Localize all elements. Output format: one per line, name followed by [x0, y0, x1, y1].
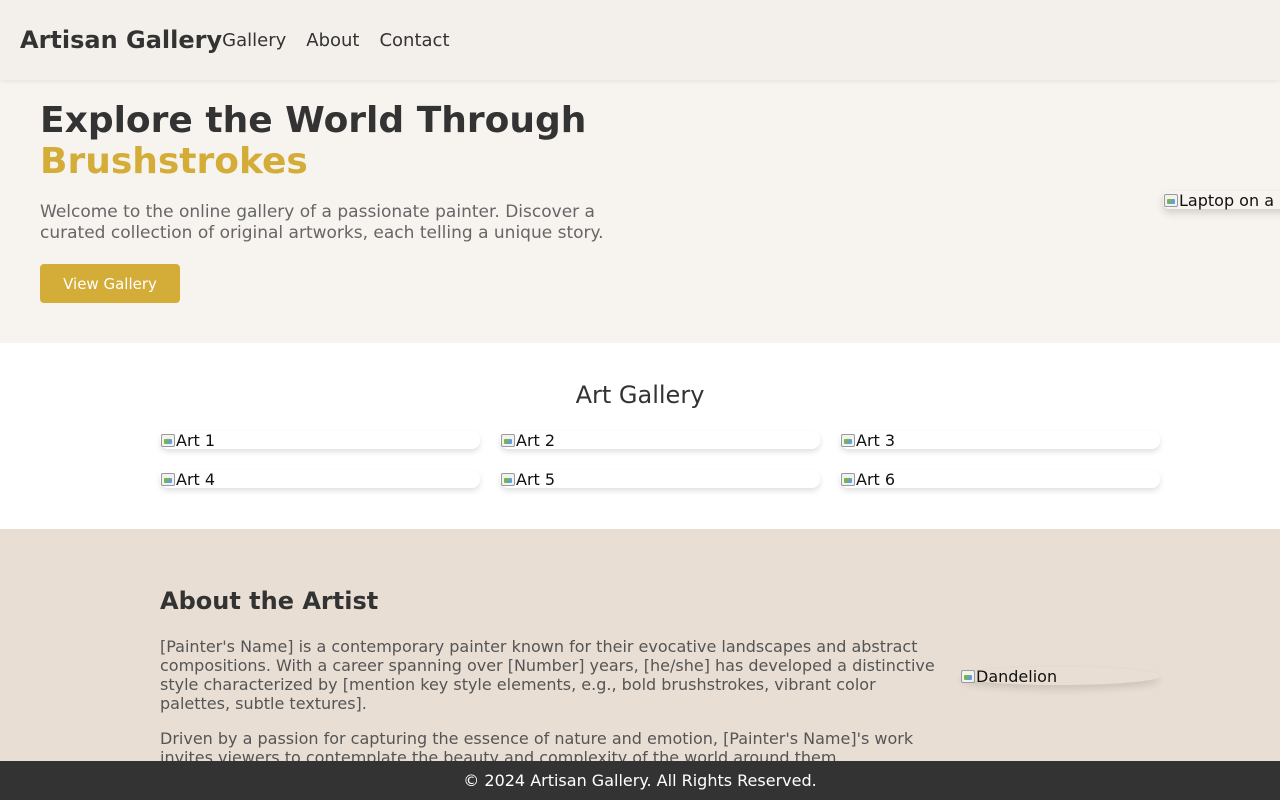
gallery-item[interactable]: Art 1 [160, 430, 480, 450]
broken-image-icon [840, 432, 856, 448]
gallery-item-alt: Art 2 [516, 430, 556, 450]
gallery-item[interactable]: Art 6 [840, 469, 1160, 489]
gallery-item[interactable]: Art 4 [160, 469, 480, 489]
hero-section: Explore the World Through Brushstrokes W… [0, 80, 1280, 343]
page: Artisan Gallery Gallery About Contact Ex… [0, 0, 1280, 800]
hero-title-accent: Brushstrokes [40, 141, 308, 182]
gallery-title: Art Gallery [575, 381, 705, 409]
broken-image-icon [960, 668, 976, 684]
site-footer: © 2024 Artisan Gallery. All Rights Reser… [0, 761, 1280, 800]
hero-description: Welcome to the online gallery of a passi… [40, 202, 604, 243]
gallery-item[interactable]: Art 3 [840, 430, 1160, 450]
gallery-section: Art Gallery Art 1 Art 2 Art 3 Art 4 Art … [0, 343, 1280, 529]
artist-image: Dandelion [960, 666, 1160, 686]
hero-image-alt: Laptop on a [1179, 190, 1274, 210]
gallery-item-alt: Art 3 [856, 430, 896, 450]
gallery-item[interactable]: Art 5 [500, 469, 820, 489]
site-logo[interactable]: Artisan Gallery [20, 26, 222, 54]
nav-link-contact[interactable]: Contact [379, 30, 449, 51]
about-paragraph-1: [Painter's Name] is a contemporary paint… [160, 637, 935, 713]
artist-image-alt: Dandelion [976, 666, 1058, 686]
hero-title: Explore the World Through Brushstrokes [40, 100, 586, 182]
gallery-item[interactable]: Art 2 [500, 430, 820, 450]
view-gallery-button[interactable]: View Gallery [40, 264, 180, 303]
broken-image-icon [500, 471, 516, 487]
about-section: About the Artist [Painter's Name] is a c… [0, 529, 1280, 800]
broken-image-icon [160, 471, 176, 487]
broken-image-icon [1163, 192, 1179, 208]
nav-link-gallery[interactable]: Gallery [222, 30, 286, 51]
site-header: Artisan Gallery Gallery About Contact [0, 0, 1280, 80]
gallery-item-alt: Art 5 [516, 469, 556, 489]
broken-image-icon [840, 471, 856, 487]
gallery-item-alt: Art 6 [856, 469, 896, 489]
gallery-item-alt: Art 1 [176, 430, 216, 450]
hero-image: Laptop on a [1163, 190, 1280, 210]
gallery-item-alt: Art 4 [176, 469, 216, 489]
about-title: About the Artist [160, 587, 379, 615]
hero-title-line1: Explore the World Through [40, 100, 587, 141]
broken-image-icon [160, 432, 176, 448]
nav-link-about[interactable]: About [306, 30, 359, 51]
main-nav: Gallery About Contact [222, 30, 449, 51]
broken-image-icon [500, 432, 516, 448]
footer-copyright: © 2024 Artisan Gallery. All Rights Reser… [463, 771, 817, 790]
